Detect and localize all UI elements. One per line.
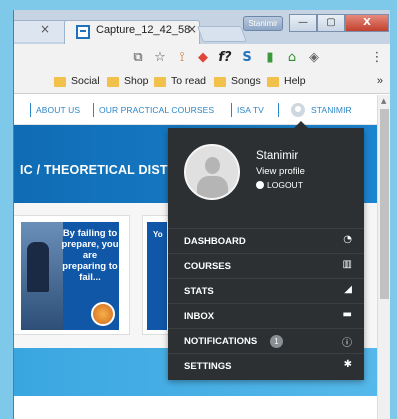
maximize-button[interactable]: ▢ xyxy=(317,14,345,32)
browser-window: × Capture_12_42_58 × Stanimir — ▢ X ⧉ ☆ … xyxy=(13,10,390,419)
power-icon xyxy=(256,181,264,189)
dashboard-icon: ◔ xyxy=(343,234,352,245)
menu-label: DASHBOARD xyxy=(184,236,246,247)
home-extension-icon[interactable]: ⌂ xyxy=(284,50,300,66)
nav-divider xyxy=(231,103,232,117)
folder-icon xyxy=(154,77,166,87)
fx-icon[interactable]: f? xyxy=(217,50,233,66)
book-icon: ▥ xyxy=(342,259,352,270)
window-controls: — ▢ X xyxy=(289,14,389,32)
menu-item-dashboard[interactable]: DASHBOARD ◔ xyxy=(168,228,364,253)
scroll-up-icon[interactable]: ▲ xyxy=(381,97,386,105)
tab-title: Capture_12_42_58 xyxy=(96,24,191,36)
title-bar: × Capture_12_42_58 × Stanimir — ▢ X xyxy=(14,10,390,44)
nav-divider xyxy=(278,103,279,117)
inbox-icon: ▬ xyxy=(342,309,352,320)
bookmarks-bar: Social Shop To read Songs Help » xyxy=(14,72,390,94)
promo-figure xyxy=(27,242,49,292)
user-menu: DASHBOARD ◔ COURSES ▥ STATS ◢ INBOX ▬ NO… xyxy=(168,228,364,378)
folder-icon xyxy=(54,77,66,87)
promo-caption: Yo xyxy=(153,230,163,239)
tab-favicon-icon xyxy=(76,25,90,39)
tab-previous-close-icon[interactable]: × xyxy=(40,22,50,36)
folder-icon xyxy=(267,77,279,87)
menu-label: NOTIFICATIONS xyxy=(184,336,258,347)
menu-item-inbox[interactable]: INBOX ▬ xyxy=(168,303,364,328)
s-extension-icon[interactable]: S xyxy=(239,50,255,66)
notification-icon: ⓘ xyxy=(342,338,352,349)
nav-about-us[interactable]: ABOUT US xyxy=(36,105,80,115)
gear-icon: ✱ xyxy=(343,359,352,370)
promo-caption: By failing to prepare, you are preparing… xyxy=(61,228,119,283)
nav-avatar[interactable] xyxy=(291,103,305,117)
menu-item-courses[interactable]: COURSES ▥ xyxy=(168,253,364,278)
profile-button[interactable]: Stanimir xyxy=(243,16,283,31)
tab-close-icon[interactable]: × xyxy=(187,22,197,36)
logout-link[interactable]: LOGOUT xyxy=(256,180,303,190)
page-footer xyxy=(14,396,377,419)
new-tab-button[interactable] xyxy=(197,26,247,42)
nav-divider xyxy=(93,103,94,117)
profile-avatar[interactable] xyxy=(184,144,240,200)
chart-extension-icon[interactable]: ▮ xyxy=(262,50,278,66)
avatar-body xyxy=(197,176,228,198)
folder-icon xyxy=(107,77,119,87)
cube-extension-icon[interactable]: ◈ xyxy=(306,50,322,66)
scroll-thumb[interactable] xyxy=(380,109,389,299)
menu-label: COURSES xyxy=(184,261,231,272)
notification-badge: 1 xyxy=(270,335,283,348)
nav-divider xyxy=(30,103,31,117)
close-window-button[interactable]: X xyxy=(345,14,389,32)
hero-heading: IC / THEORETICAL DIST xyxy=(20,163,168,177)
avatar-head xyxy=(205,157,220,174)
bookmark-shop[interactable]: Shop xyxy=(107,75,149,87)
tool-icon[interactable]: ⟟ xyxy=(174,50,190,66)
menu-label: STATS xyxy=(184,286,214,297)
menu-item-settings[interactable]: SETTINGS ✱ xyxy=(168,353,364,378)
menu-label: INBOX xyxy=(184,311,215,322)
site-nav: ABOUT US OUR PRACTICAL COURSES ISA TV ST… xyxy=(14,95,377,125)
logout-label: LOGOUT xyxy=(267,180,303,190)
nav-user[interactable]: STANIMIR xyxy=(311,105,352,115)
bookmark-songs[interactable]: Songs xyxy=(214,75,261,87)
promo-image: By failing to prepare, you are preparing… xyxy=(21,222,119,330)
badge-logo-icon xyxy=(91,302,115,326)
bookmark-social[interactable]: Social xyxy=(54,75,100,87)
bookmark-help[interactable]: Help xyxy=(267,75,306,87)
folder-icon xyxy=(214,77,226,87)
star-icon[interactable]: ☆ xyxy=(152,50,168,66)
pinwheel-icon[interactable]: ◆ xyxy=(195,50,211,66)
bookmark-to-read[interactable]: To read xyxy=(154,75,206,87)
profile-name: Stanimir xyxy=(256,150,299,162)
bookmarks-more-icon[interactable]: » xyxy=(377,75,383,87)
stats-icon: ◢ xyxy=(344,284,352,295)
translate-icon[interactable]: ⧉ xyxy=(130,50,146,66)
course-card[interactable]: By failing to prepare, you are preparing… xyxy=(14,215,130,335)
promo-image: Yo xyxy=(147,222,167,330)
menu-label: SETTINGS xyxy=(184,361,232,372)
nav-practical-courses[interactable]: OUR PRACTICAL COURSES xyxy=(99,105,214,115)
browser-toolbar: ⧉ ☆ ⟟ ◆ f? S ▮ ⌂ ◈ ⋮ xyxy=(14,44,390,72)
user-dropdown: Stanimir View profile LOGOUT DASHBOARD ◔… xyxy=(168,121,364,380)
scrollbar[interactable]: ▲ xyxy=(377,95,390,419)
menu-item-notifications[interactable]: NOTIFICATIONS 1 ⓘ xyxy=(168,328,364,353)
view-profile-link[interactable]: View profile xyxy=(256,166,305,177)
minimize-button[interactable]: — xyxy=(289,14,317,32)
menu-icon[interactable]: ⋮ xyxy=(369,50,385,66)
menu-item-stats[interactable]: STATS ◢ xyxy=(168,278,364,303)
nav-isa-tv[interactable]: ISA TV xyxy=(237,105,264,115)
